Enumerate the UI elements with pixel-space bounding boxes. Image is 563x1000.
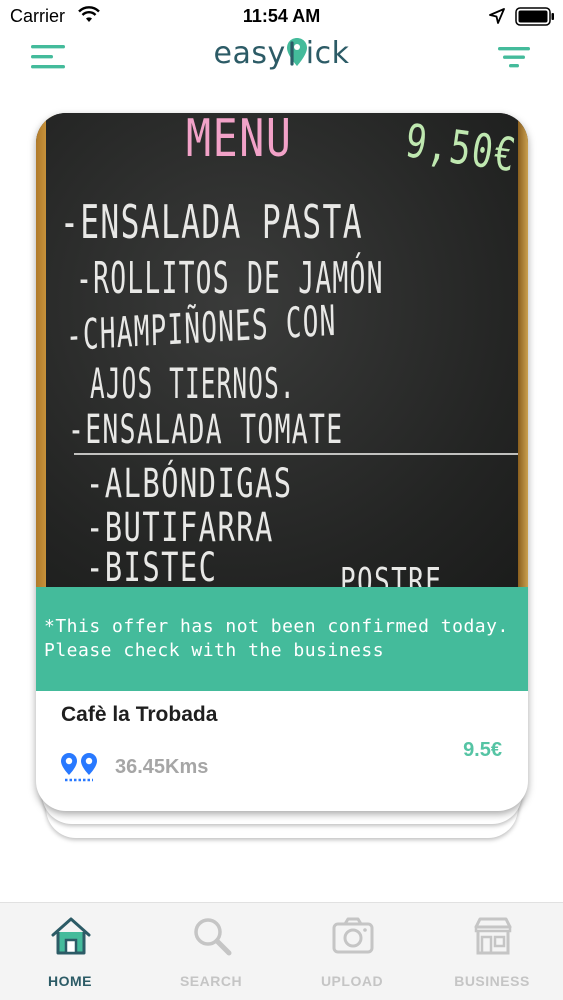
board-line-1: -ENSALADA PASTA bbox=[60, 195, 363, 249]
menu-board-photo: MENU 9,50€ -ENSALADA PASTA -ROLLITOS DE … bbox=[36, 113, 528, 587]
logo-text-suffix: ick bbox=[305, 36, 350, 71]
camera-icon bbox=[332, 917, 374, 954]
board-line-5: -ENSALADA TOMATE bbox=[68, 407, 344, 453]
store-icon bbox=[474, 917, 512, 955]
chalkboard: MENU 9,50€ -ENSALADA PASTA -ROLLITOS DE … bbox=[46, 113, 524, 587]
board-line-8: -BISTEC bbox=[86, 545, 218, 587]
board-line-6: -ALBÓNDIGAS bbox=[86, 461, 293, 507]
search-icon bbox=[194, 918, 232, 956]
status-bar: Carrier 11:54 AM bbox=[0, 0, 563, 34]
tab-search[interactable]: SEARCH bbox=[141, 903, 281, 1000]
board-line-2: -ROLLITOS DE JAMÓN bbox=[76, 253, 384, 304]
tab-business-label: BUSINESS bbox=[454, 973, 530, 989]
board-price: 9,50€ bbox=[402, 113, 521, 183]
board-frame-right bbox=[518, 113, 528, 587]
board-line-4: AJOS TIERNOS. bbox=[90, 359, 296, 408]
tab-business[interactable]: BUSINESS bbox=[422, 903, 562, 1000]
bottom-tab-bar: HOME SEARCH UPLOAD BUSINESS bbox=[0, 902, 563, 1000]
app-logo: easy ick bbox=[0, 36, 563, 71]
board-title: MENU bbox=[186, 113, 293, 169]
distance-value: 36.45Kms bbox=[115, 756, 209, 778]
app-header: easy ick bbox=[0, 34, 563, 84]
board-line-9: POSTRE bbox=[340, 561, 443, 587]
filter-icon[interactable] bbox=[497, 44, 531, 70]
board-divider bbox=[74, 453, 522, 455]
map-pins-icon bbox=[61, 753, 97, 782]
board-line-3: -CHAMPIÑONES CON bbox=[65, 295, 338, 360]
map-pin-icon bbox=[286, 38, 307, 66]
clock: 11:54 AM bbox=[242, 6, 321, 26]
notice-line-1: *This offer has not been confirmed today… bbox=[44, 616, 509, 637]
tab-home[interactable]: HOME bbox=[0, 903, 140, 1000]
battery-icon bbox=[515, 7, 554, 26]
tab-upload[interactable]: UPLOAD bbox=[282, 903, 422, 1000]
offer-card[interactable]: MENU 9,50€ -ENSALADA PASTA -ROLLITOS DE … bbox=[36, 113, 528, 811]
tab-home-label: HOME bbox=[48, 973, 92, 989]
tab-upload-label: UPLOAD bbox=[320, 973, 384, 989]
unconfirmed-offer-notice: *This offer has not been confirmed today… bbox=[36, 587, 528, 691]
logo-text-prefix: easy bbox=[213, 36, 286, 71]
offer-price: 9.5€ bbox=[463, 739, 502, 761]
business-name[interactable]: Cafè la Trobada bbox=[61, 703, 217, 727]
notice-line-2: Please check with the business bbox=[44, 640, 385, 661]
tab-search-label: SEARCH bbox=[179, 973, 243, 989]
home-icon bbox=[51, 917, 91, 955]
location-arrow-icon bbox=[489, 8, 505, 24]
